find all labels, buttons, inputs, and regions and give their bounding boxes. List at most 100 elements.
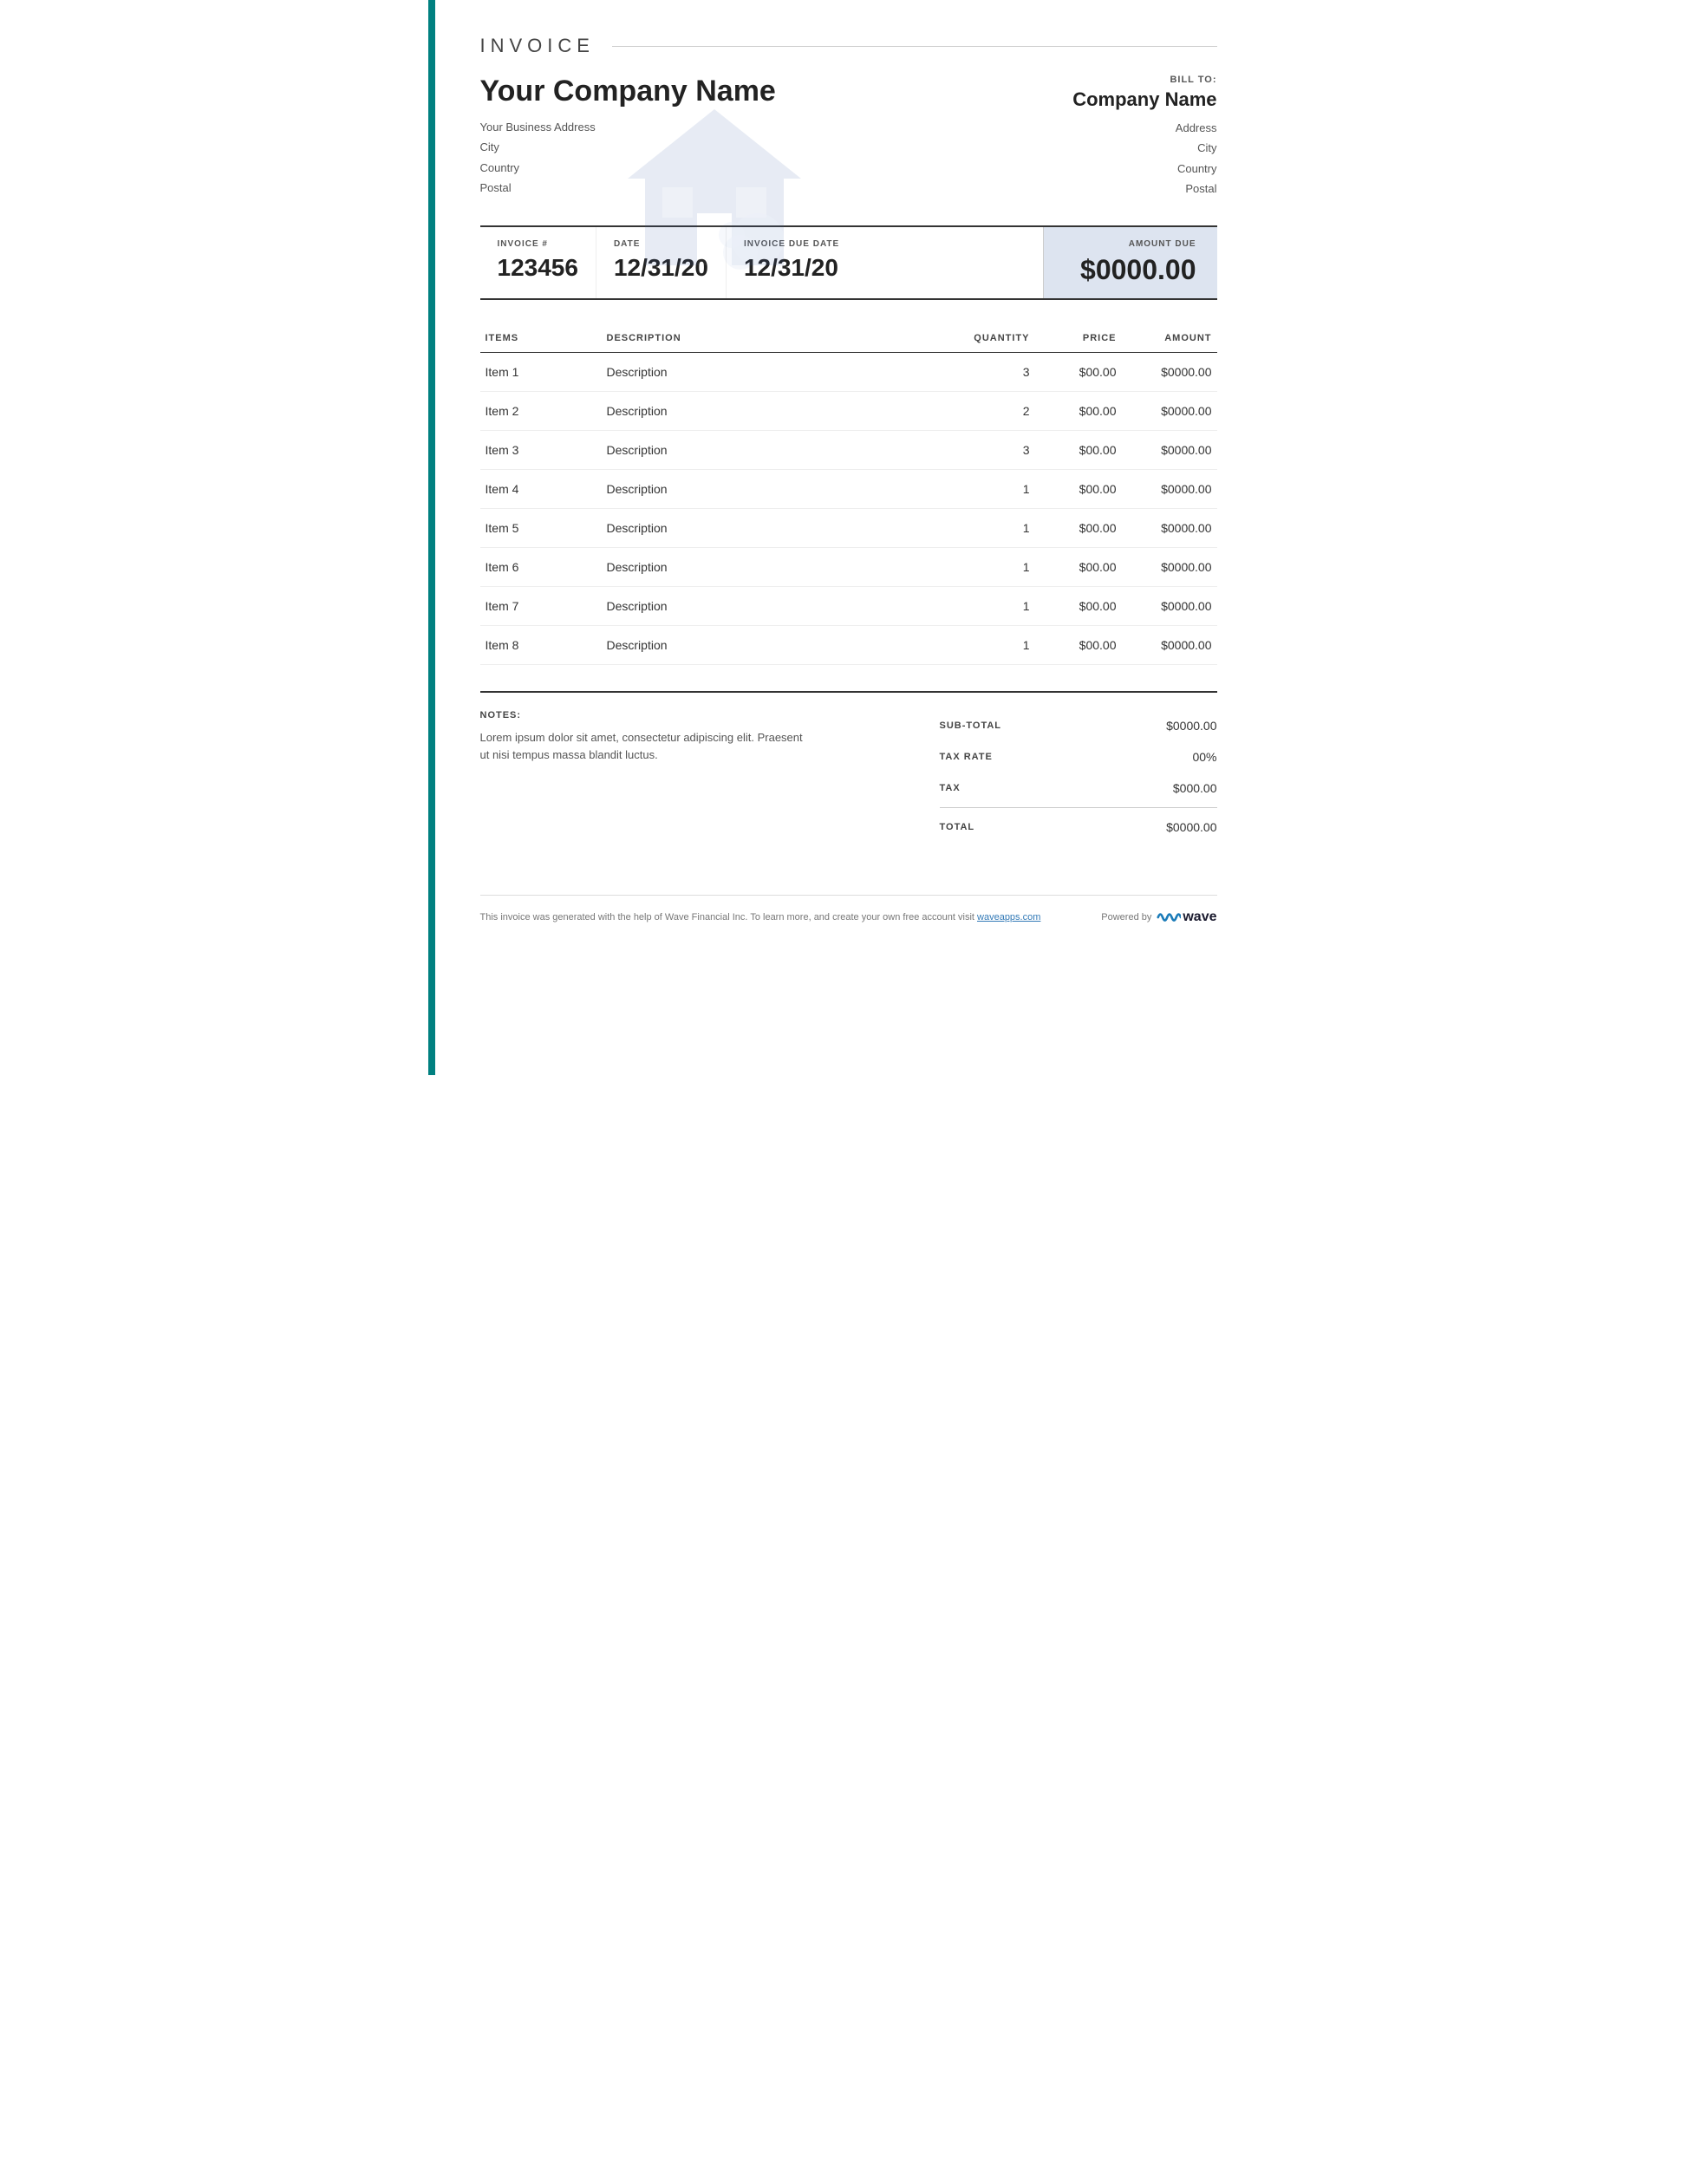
powered-by-text: Powered by [1101, 912, 1151, 922]
accent-bar [428, 0, 435, 1075]
item-name-4: Item 5 [480, 508, 602, 547]
tax-rate-row: TAX RATE 00% [940, 741, 1217, 773]
item-amount-7: $0000.00 [1122, 625, 1217, 664]
bill-to-country: Country [1044, 159, 1217, 179]
item-price-2: $00.00 [1035, 430, 1122, 469]
item-qty-4: 1 [957, 508, 1035, 547]
col-header-items: ITEMS [480, 326, 602, 353]
totals-section: SUB-TOTAL $0000.00 TAX RATE 00% TAX $000… [940, 710, 1217, 843]
notes-label: NOTES: [480, 710, 905, 720]
item-amount-6: $0000.00 [1122, 586, 1217, 625]
item-name-0: Item 1 [480, 352, 602, 391]
company-street: Your Business Address [480, 117, 1044, 137]
item-desc-1: Description [602, 391, 957, 430]
col-header-quantity: QUANTITY [957, 326, 1035, 353]
invoice-page: INVOICE [428, 0, 1261, 1075]
item-name-2: Item 3 [480, 430, 602, 469]
subtotal-label: SUB-TOTAL [940, 720, 1002, 731]
item-price-4: $00.00 [1035, 508, 1122, 547]
item-name-5: Item 6 [480, 547, 602, 586]
item-amount-4: $0000.00 [1122, 508, 1217, 547]
col-header-amount: AMOUNT [1122, 326, 1217, 353]
invoice-number-cell: INVOICE # 123456 [480, 227, 596, 298]
notes-text: Lorem ipsum dolor sit amet, consectetur … [480, 729, 810, 766]
table-row: Item 1 Description 3 $00.00 $0000.00 [480, 352, 1217, 391]
item-desc-5: Description [602, 547, 957, 586]
item-name-7: Item 8 [480, 625, 602, 664]
item-name-1: Item 2 [480, 391, 602, 430]
due-date-cell: INVOICE DUE DATE 12/31/20 [727, 227, 857, 298]
wave-logo: wave [1157, 909, 1216, 925]
item-qty-1: 2 [957, 391, 1035, 430]
col-header-description: DESCRIPTION [602, 326, 957, 353]
company-info: Your Company Name Your Business Address … [480, 75, 1044, 199]
tax-row: TAX $000.00 [940, 773, 1217, 804]
item-desc-3: Description [602, 469, 957, 508]
item-qty-5: 1 [957, 547, 1035, 586]
total-row: TOTAL $0000.00 [940, 807, 1217, 843]
item-qty-7: 1 [957, 625, 1035, 664]
item-name-3: Item 4 [480, 469, 602, 508]
date-label: DATE [614, 239, 708, 249]
item-amount-1: $0000.00 [1122, 391, 1217, 430]
footer: This invoice was generated with the help… [480, 895, 1217, 925]
company-city: City [480, 137, 1044, 157]
header-section: Your Company Name Your Business Address … [480, 75, 1217, 199]
item-qty-0: 3 [957, 352, 1035, 391]
bottom-section: NOTES: Lorem ipsum dolor sit amet, conse… [480, 691, 1217, 843]
bill-to-company: Company Name [1044, 88, 1217, 111]
tax-rate-value: 00% [1192, 750, 1216, 764]
item-amount-3: $0000.00 [1122, 469, 1217, 508]
footer-link[interactable]: waveapps.com [977, 912, 1040, 922]
amount-due-cell: AMOUNT DUE $0000.00 [1044, 227, 1217, 298]
bill-to-section: BILL TO: Company Name Address City Count… [1044, 75, 1217, 199]
footer-text-main: This invoice was generated with the help… [480, 912, 978, 922]
meta-section: INVOICE # 123456 DATE 12/31/20 INVOICE D… [480, 225, 1217, 300]
company-postal: Postal [480, 178, 1044, 198]
tax-label: TAX [940, 783, 961, 793]
meta-left: INVOICE # 123456 DATE 12/31/20 INVOICE D… [480, 227, 1044, 298]
notes-section: NOTES: Lorem ipsum dolor sit amet, conse… [480, 710, 940, 843]
wave-brand-text: wave [1183, 909, 1216, 925]
subtotal-value: $0000.00 [1166, 719, 1216, 733]
bill-to-label: BILL TO: [1044, 75, 1217, 85]
item-qty-6: 1 [957, 586, 1035, 625]
table-row: Item 8 Description 1 $00.00 $0000.00 [480, 625, 1217, 664]
invoice-number-value: 123456 [498, 254, 578, 282]
items-table: ITEMS DESCRIPTION QUANTITY PRICE AMOUNT … [480, 326, 1217, 665]
item-price-3: $00.00 [1035, 469, 1122, 508]
title-line [612, 46, 1217, 47]
item-qty-3: 1 [957, 469, 1035, 508]
invoice-title: INVOICE [480, 35, 595, 57]
table-header-row: ITEMS DESCRIPTION QUANTITY PRICE AMOUNT [480, 326, 1217, 353]
footer-text: This invoice was generated with the help… [480, 912, 1041, 922]
item-desc-2: Description [602, 430, 957, 469]
date-cell: DATE 12/31/20 [596, 227, 727, 298]
item-price-0: $00.00 [1035, 352, 1122, 391]
item-qty-2: 3 [957, 430, 1035, 469]
bill-to-postal: Postal [1044, 179, 1217, 199]
item-desc-7: Description [602, 625, 957, 664]
total-value: $0000.00 [1166, 820, 1216, 834]
table-row: Item 3 Description 3 $00.00 $0000.00 [480, 430, 1217, 469]
table-row: Item 7 Description 1 $00.00 $0000.00 [480, 586, 1217, 625]
item-desc-0: Description [602, 352, 957, 391]
item-price-7: $00.00 [1035, 625, 1122, 664]
total-label: TOTAL [940, 822, 975, 832]
invoice-title-row: INVOICE [480, 35, 1217, 57]
wave-logo-icon [1157, 909, 1181, 925]
due-date-value: 12/31/20 [744, 254, 839, 282]
bill-to-street: Address [1044, 118, 1217, 138]
item-price-5: $00.00 [1035, 547, 1122, 586]
table-row: Item 4 Description 1 $00.00 $0000.00 [480, 469, 1217, 508]
item-price-1: $00.00 [1035, 391, 1122, 430]
table-row: Item 5 Description 1 $00.00 $0000.00 [480, 508, 1217, 547]
due-date-label: INVOICE DUE DATE [744, 239, 839, 249]
subtotal-row: SUB-TOTAL $0000.00 [940, 710, 1217, 741]
item-price-6: $00.00 [1035, 586, 1122, 625]
col-header-price: PRICE [1035, 326, 1122, 353]
item-amount-2: $0000.00 [1122, 430, 1217, 469]
tax-rate-label: TAX RATE [940, 752, 993, 762]
amount-due-label: AMOUNT DUE [1065, 239, 1196, 249]
table-row: Item 6 Description 1 $00.00 $0000.00 [480, 547, 1217, 586]
